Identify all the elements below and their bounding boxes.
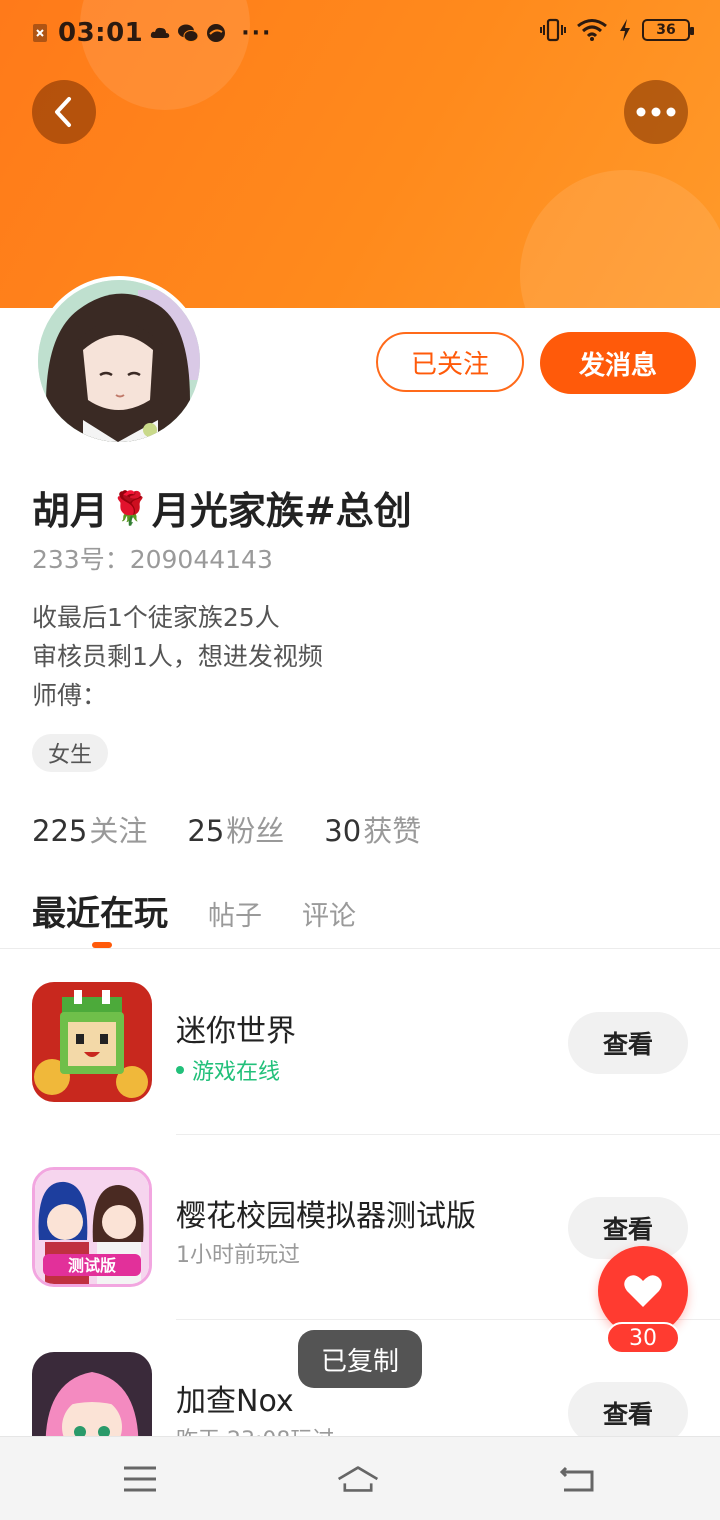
view-button[interactable]: 查看 — [568, 1012, 688, 1074]
divider — [0, 948, 720, 949]
rose-emoji: 🌹 — [110, 488, 150, 527]
home-icon — [337, 1466, 379, 1492]
more-options-button[interactable] — [624, 80, 688, 144]
sim-off-icon — [33, 24, 47, 42]
user-name-part1: 胡月 — [32, 489, 109, 533]
game-icon-mini-world — [32, 982, 152, 1102]
following-button[interactable]: 已关注 — [376, 332, 524, 392]
chevron-left-icon — [55, 97, 71, 127]
charging-icon — [620, 19, 630, 41]
game-icon-badge: 测试版 — [68, 1256, 116, 1275]
stat-number: 225 — [32, 814, 88, 848]
back-button[interactable] — [32, 80, 96, 144]
status-bar: 03:01 ··· 36 — [0, 0, 720, 64]
stat-number: 25 — [187, 814, 225, 848]
profile-stats: 225关注 25粉丝 30获赞 — [32, 808, 421, 850]
avatar[interactable] — [34, 276, 204, 446]
cloud-icon — [151, 27, 170, 38]
game-name: 加查Nox — [176, 1384, 294, 1419]
home-button[interactable] — [336, 1459, 380, 1499]
bio-line: 收最后1个徒家族25人 — [32, 603, 280, 632]
user-id: 233号：209044143 — [32, 545, 273, 574]
like-count-badge: 30 — [606, 1322, 680, 1354]
stat-label: 获赞 — [363, 814, 422, 848]
user-name-part2: 月光家族#总创 — [151, 489, 412, 533]
gender-tag: 女生 — [32, 734, 109, 772]
tab-recently-played[interactable]: 最近在玩 — [32, 886, 168, 935]
stat-likes[interactable]: 30获赞 — [324, 808, 421, 850]
user-bio: 收最后1个徒家族25人 审核员剩1人，想进发视频 师傅： — [32, 598, 323, 715]
banner-decoration — [520, 170, 720, 308]
avatar-image — [38, 280, 200, 442]
bio-line: 师傅： — [32, 681, 108, 710]
online-dot-icon — [176, 1066, 184, 1074]
more-notifications: ··· — [241, 20, 273, 46]
more-horizontal-icon — [636, 107, 676, 117]
clock: 03:01 — [58, 18, 144, 48]
user-name: 胡月 🌹 月光家族#总创 — [32, 480, 412, 535]
list-item[interactable]: 迷你世界 游戏在线 查看 — [0, 970, 720, 1156]
view-button[interactable]: 查看 — [568, 1382, 688, 1444]
vibrate-icon — [540, 18, 566, 42]
game-name: 迷你世界 — [176, 1014, 296, 1049]
menu-icon — [124, 1466, 156, 1492]
copied-toast: 已复制 — [298, 1330, 422, 1388]
stat-number: 30 — [324, 814, 362, 848]
wechat-icon — [178, 24, 199, 42]
back-nav-button[interactable] — [556, 1459, 600, 1499]
divider — [176, 1134, 720, 1135]
game-name: 樱花校园模拟器测试版 — [176, 1199, 476, 1234]
bio-line: 审核员剩1人，想进发视频 — [32, 642, 323, 671]
stat-label: 关注 — [89, 814, 148, 848]
app-icon — [207, 24, 226, 42]
stat-fans[interactable]: 25粉丝 — [187, 808, 284, 850]
game-status: 1小时前玩过 — [176, 1243, 300, 1268]
game-status-text: 游戏在线 — [192, 1060, 281, 1085]
heart-icon — [624, 1275, 662, 1307]
stat-label: 粉丝 — [226, 814, 285, 848]
wifi-icon — [577, 19, 607, 41]
battery-icon: 36 — [642, 19, 694, 41]
stat-following[interactable]: 225关注 — [32, 808, 147, 850]
system-nav-bar — [0, 1436, 720, 1520]
send-message-button[interactable]: 发消息 — [540, 332, 696, 394]
tab-posts[interactable]: 帖子 — [208, 894, 262, 933]
menu-button[interactable] — [118, 1459, 162, 1499]
tab-comments[interactable]: 评论 — [302, 894, 356, 933]
game-icon-sakura-school: 测试版 — [32, 1167, 152, 1287]
back-icon — [559, 1466, 594, 1492]
profile-tabs: 最近在玩 帖子 评论 — [32, 886, 356, 935]
game-status: 游戏在线 — [176, 1054, 280, 1086]
